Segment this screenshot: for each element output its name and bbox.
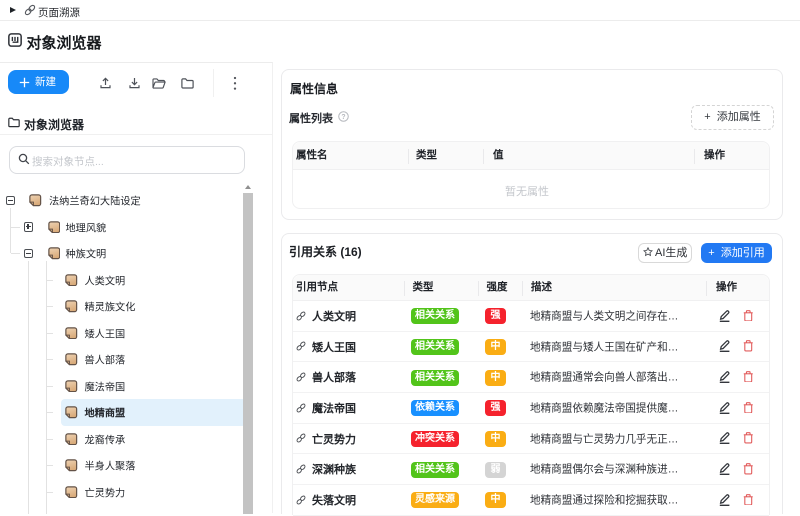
svg-text:?: ? — [341, 114, 345, 121]
